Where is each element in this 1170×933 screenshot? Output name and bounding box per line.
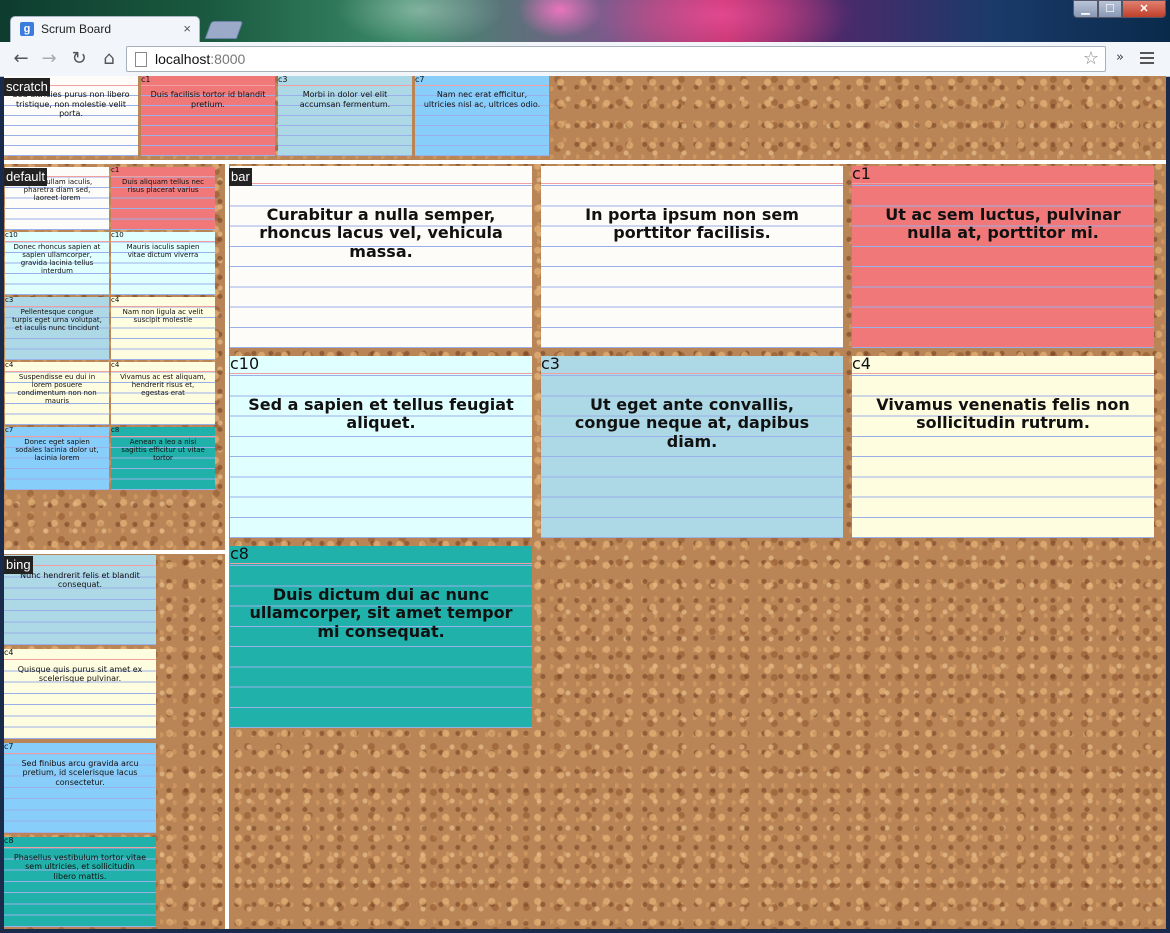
card-code: c3 [541, 356, 560, 373]
card-code: c7 [5, 427, 14, 434]
card-text: Nam non ligula ac velit suscipit molesti… [122, 308, 204, 325]
card-text: Suspendisse eu dui in lorem posuere cond… [17, 373, 97, 406]
card-bar-4[interactable]: c3 Ut eget ante convallis, congue neque a… [541, 356, 843, 538]
card-default-4[interactable]: c3 Pellentesque congue turpis eget urna v… [5, 297, 109, 360]
tab-scrum-board[interactable]: g Scrum Board × [10, 16, 200, 42]
card-text: Duis aliquam tellus nec risus placerat v… [122, 178, 204, 195]
minimize-button[interactable]: ▁ [1073, 0, 1098, 18]
board-label-bar: bar [229, 168, 252, 186]
divider-scratch [4, 160, 1166, 164]
card-code: c7 [415, 76, 425, 84]
card-scratch-2[interactable]: c3 Morbi in dolor vel elit accumsan ferme… [278, 76, 412, 156]
card-default-2[interactable]: c10 Donec rhoncus sapien at sapien ullamc… [5, 232, 109, 295]
card-text: Phasellus vestibulum tortor vitae sem ul… [13, 853, 147, 881]
url-text: localhost:8000 [155, 51, 245, 67]
card-text: Duis facilisis tortor id blandit pretium… [150, 90, 266, 109]
card-code: c3 [5, 297, 14, 304]
board-label-bing: bing [4, 556, 33, 574]
card-text: Duis dictum dui ac nunc ullamcorper, sit… [249, 585, 513, 641]
browser-toolbar: ← → ↻ ⌂ localhost:8000 ☆ » [0, 42, 1170, 77]
card-bing-2[interactable]: c7 Sed finibus arcu gravida arcu pretium,… [4, 743, 156, 833]
card-text: Nam nec erat efficitur, ultricies nisl a… [423, 90, 541, 109]
google-favicon-icon: g [20, 22, 34, 36]
card-code: c4 [852, 356, 871, 373]
board-label-scratch: scratch [4, 78, 50, 96]
close-window-button[interactable]: ✕ [1122, 0, 1166, 18]
card-text: Vivamus venenatis felis non sollicitudin… [876, 395, 1130, 433]
card-code: c7 [4, 743, 14, 751]
card-code: c8 [4, 837, 14, 845]
card-text: In porta ipsum non sem porttitor facilis… [585, 205, 799, 243]
bookmark-star-icon[interactable]: ☆ [1083, 48, 1099, 69]
card-text: Quisque quis purus sit amet ex scelerisq… [17, 665, 143, 684]
board-label-default: default [4, 168, 48, 186]
card-text: Mauris iaculis sapien vitae dictum viver… [126, 243, 200, 260]
back-arrow-icon[interactable]: ← [10, 48, 32, 69]
maximize-button[interactable]: ☐ [1098, 0, 1122, 18]
card-scratch-3[interactable]: c7 Nam nec erat efficitur, ultricies nisl… [415, 76, 549, 156]
chrome-menu-icon[interactable] [1140, 52, 1154, 67]
close-tab-icon[interactable]: × [183, 21, 191, 36]
card-code: c4 [111, 362, 120, 369]
card-default-3[interactable]: c10 Mauris iaculis sapien vitae dictum vi… [111, 232, 215, 295]
card-text: Sed finibus arcu gravida arcu pretium, i… [21, 759, 139, 787]
card-code: c8 [111, 427, 120, 434]
card-default-8[interactable]: c7 Donec eget sapien sodales lacinia dolo… [5, 427, 109, 490]
card-code: c4 [4, 649, 14, 657]
card-code: c4 [5, 362, 14, 369]
card-bar-2[interactable]: c1 Ut ac sem luctus, pulvinar nulla at, p… [852, 166, 1154, 348]
card-code: c8 [230, 546, 249, 563]
card-code: c10 [230, 356, 260, 373]
card-text: Pellentesque congue turpis eget urna vol… [12, 308, 102, 333]
card-bar-0[interactable]: Curabitur a nulla semper, rhoncus lacus … [230, 166, 532, 348]
address-bar[interactable]: localhost:8000 ☆ [126, 46, 1106, 72]
card-default-9[interactable]: c8 Aenean a leo a nisi sagittis efficitur… [111, 427, 215, 490]
card-bar-1[interactable]: In porta ipsum non sem porttitor facilis… [541, 166, 843, 348]
divider-sidebar [225, 164, 229, 929]
card-bar-3[interactable]: c10 Sed a sapien et tellus feugiat alique… [230, 356, 532, 538]
home-icon[interactable]: ⌂ [98, 48, 120, 69]
card-text: Morbi in dolor vel elit accumsan ferment… [299, 90, 391, 109]
card-text: Donec rhoncus sapien at sapien ullamcorp… [13, 243, 101, 276]
url-port: :8000 [210, 51, 246, 67]
tab-title: Scrum Board [41, 22, 112, 36]
card-text: Nunc hendrerit felis et blandit consequa… [20, 571, 140, 590]
card-bar-6[interactable]: c8 Duis dictum dui ac nunc ullamcorper, s… [230, 546, 532, 728]
card-code: c1 [111, 167, 120, 174]
url-host: localhost [155, 51, 211, 67]
card-default-5[interactable]: c4 Nam non ligula ac velit suscipit moles… [111, 297, 215, 360]
card-code: c10 [111, 232, 124, 239]
card-text: Donec eget sapien sodales lacinia dolor … [15, 438, 99, 463]
card-code: c4 [111, 297, 120, 304]
divider-default-bing [4, 550, 225, 554]
card-text: Ut eget ante convallis, congue neque at,… [574, 395, 810, 451]
card-default-1[interactable]: c1 Duis aliquam tellus nec risus placerat… [111, 167, 215, 230]
reload-icon[interactable]: ↻ [68, 48, 90, 69]
card-code: c1 [141, 76, 151, 84]
card-text: Aenean a leo a nisi sagittis efficitur u… [121, 438, 205, 463]
card-code: c3 [278, 76, 288, 84]
card-default-6[interactable]: c4 Suspendisse eu dui in lorem posuere co… [5, 362, 109, 425]
card-bing-3[interactable]: c8 Phasellus vestibulum tortor vitae sem … [4, 837, 156, 927]
forward-arrow-icon[interactable]: → [38, 48, 60, 69]
card-text: Curabitur a nulla semper, rhoncus lacus … [259, 205, 503, 261]
card-bar-5[interactable]: c4 Vivamus venenatis felis non sollicitud… [852, 356, 1154, 538]
card-code: c1 [852, 166, 871, 183]
card-code: c10 [5, 232, 18, 239]
new-tab-button[interactable] [204, 21, 244, 39]
card-text: Ut ac sem luctus, pulvinar nulla at, por… [885, 205, 1121, 243]
card-scratch-1[interactable]: c1 Duis facilisis tortor id blandit preti… [141, 76, 275, 156]
card-bing-1[interactable]: c4 Quisque quis purus sit amet ex sceleri… [4, 649, 156, 739]
corkboard-page: Sed ultricies purus non libero tristique… [4, 76, 1166, 929]
card-text: Vivamus ac est aliquam, hendrerit risus … [120, 373, 206, 398]
extensions-overflow-icon[interactable]: » [1116, 50, 1124, 65]
window-titlebar: g Scrum Board × ▁ ☐ ✕ [0, 0, 1170, 42]
page-icon [135, 52, 147, 67]
card-text: Sed a sapien et tellus feugiat aliquet. [248, 395, 514, 433]
card-default-7[interactable]: c4 Vivamus ac est aliquam, hendrerit risu… [111, 362, 215, 425]
